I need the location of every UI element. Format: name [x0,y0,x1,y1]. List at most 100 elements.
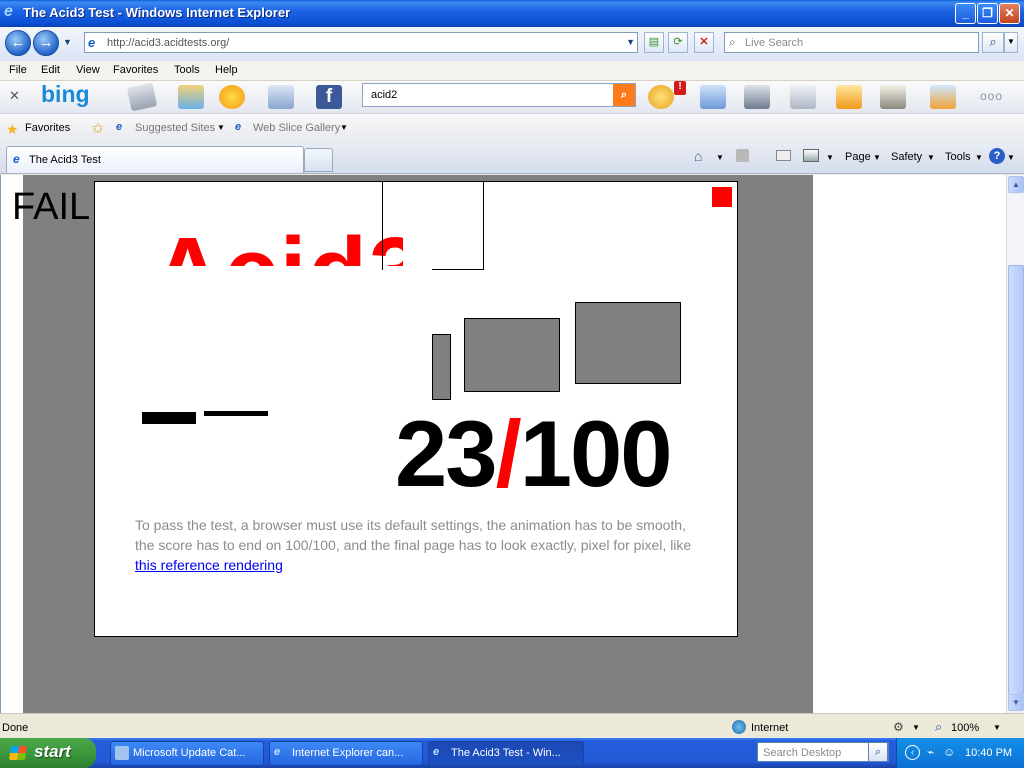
like-icon[interactable] [700,85,726,109]
favorites-star-icon[interactable]: ★ [6,121,19,138]
add-favorite-icon[interactable]: ✩ [92,120,104,137]
bing-search-button[interactable]: ⌕ [613,84,635,106]
shopping-icon[interactable] [790,85,816,109]
web-slice-dropdown-icon[interactable]: ▼ [340,123,348,132]
instructions-paragraph: To pass the test, a browser must use its… [135,515,695,575]
zoom-dropdown-icon[interactable]: ▼ [993,723,1001,732]
stop-button[interactable]: ✕ [694,32,714,53]
clock[interactable]: 10:40 PM [965,747,1012,759]
address-dropdown-icon[interactable]: ▼ [626,37,635,47]
page-dropdown-icon[interactable]: ▼ [873,153,881,162]
history-dropdown-icon[interactable]: ▼ [63,37,72,47]
bing-logo[interactable]: bing [41,81,90,108]
help-icon[interactable]: ? [989,148,1005,164]
maps-icon[interactable] [178,85,204,109]
back-button[interactable]: ← [5,30,31,56]
taskbar-item-ie-error[interactable]: e Internet Explorer can... [269,741,423,766]
scroll-thumb[interactable] [1008,265,1024,695]
maximize-button[interactable]: ❐ [977,3,998,24]
safety-dropdown-icon[interactable]: ▼ [927,153,935,162]
refresh-button[interactable]: ⟳ [668,32,688,53]
news-icon[interactable] [126,82,158,112]
suggested-dropdown-icon[interactable]: ▼ [217,123,225,132]
gray-bar-thin [432,334,451,400]
tools-menu[interactable]: Tools [945,151,971,163]
forward-button[interactable]: → [33,30,59,56]
search-button[interactable]: ⌕ [982,32,1004,53]
address-input[interactable]: http://acid3.acidtests.org/ [107,37,229,49]
start-button[interactable]: start [0,738,96,768]
safety-menu[interactable]: Safety [891,151,922,163]
windows-logo-icon [9,746,27,760]
menu-tools[interactable]: Tools [174,64,200,76]
minimize-button[interactable]: _ [955,3,976,24]
compatibility-view-button[interactable]: ▤ [644,32,664,53]
protected-dropdown-icon[interactable]: ▼ [912,723,920,732]
menu-bar: File Edit View Favorites Tools Help [0,61,1024,81]
home-dropdown-icon[interactable]: ▼ [716,153,724,162]
favorites-button[interactable]: Favorites [25,122,70,134]
system-tray: ‹ ⌁ ☺ 10:40 PM [896,738,1024,768]
window-title: The Acid3 Test - Windows Internet Explor… [23,5,291,20]
vertical-line-left [382,182,383,270]
desktop-search-button[interactable]: ⌕ [868,742,888,762]
bing-search-box[interactable]: acid2 ⌕ [362,83,636,107]
reference-rendering-link[interactable]: this reference rendering [135,557,283,573]
live-search-box[interactable]: ⌕ Live Search [724,32,979,53]
ie-logo-icon: e [4,3,13,20]
tools-dropdown-icon[interactable]: ▼ [975,153,983,162]
help-dropdown-icon[interactable]: ▼ [1007,153,1015,162]
facebook-icon[interactable]: f [316,85,342,109]
protected-mode-icon[interactable]: ⚙ [893,720,904,734]
scroll-up-button[interactable]: ▲ [1008,176,1024,193]
home-icon[interactable]: ⌂ [694,148,702,164]
zoom-level[interactable]: 100% [951,722,979,734]
menu-file[interactable]: File [9,64,27,76]
menu-edit[interactable]: Edit [41,64,60,76]
page-icon: e [88,35,96,50]
movies-icon[interactable] [880,85,906,109]
messenger-icon[interactable]: ☺ [943,745,955,759]
address-bar[interactable]: e http://acid3.acidtests.org/ ▼ [84,32,638,53]
menu-view[interactable]: View [76,64,100,76]
close-button[interactable]: ✕ [999,3,1020,24]
read-mail-icon[interactable] [776,150,791,161]
status-text: Done [2,722,29,734]
toolbar-close-icon[interactable]: ✕ [9,88,20,104]
tab-acid3[interactable]: e The Acid3 Test [6,146,304,173]
security-zone: Internet [751,722,789,734]
more-options-icon[interactable]: ooo [980,89,1003,103]
page-menu[interactable]: Page [845,151,871,163]
tray-arrow-icon[interactable]: ‹ [905,745,920,760]
search-input[interactable]: Live Search [745,37,803,49]
horizontal-line [432,269,484,270]
bing-search-input[interactable]: acid2 [371,89,397,101]
video-icon[interactable] [744,85,770,109]
print-dropdown-icon[interactable]: ▼ [826,153,834,162]
scroll-down-button[interactable]: ▼ [1008,694,1024,711]
feeds-icon[interactable] [736,149,749,162]
desktop-search-input[interactable]: Search Desktop [763,747,841,759]
mail-icon[interactable] [268,85,294,109]
search-options-icon[interactable]: ▼ [1004,32,1018,53]
zoom-icon[interactable]: ⌕ [935,719,942,735]
vertical-line-right [483,182,484,270]
ie-icon: e [274,746,281,758]
taskbar-item-update-catalog[interactable]: Microsoft Update Cat... [110,741,264,766]
black-bar-thin [204,411,268,416]
taskbar-item-label: Internet Explorer can... [292,747,404,759]
weather-icon[interactable] [219,85,245,109]
games-icon[interactable] [930,85,956,109]
rewards-icon[interactable] [836,85,862,109]
taskbar-item-acid3[interactable]: e The Acid3 Test - Win... [428,741,584,766]
menu-help[interactable]: Help [215,64,238,76]
suggested-sites-link[interactable]: Suggested Sites [135,122,215,134]
menu-favorites[interactable]: Favorites [113,64,158,76]
print-icon[interactable] [803,149,819,162]
alerts-icon[interactable] [648,85,674,109]
network-icon[interactable]: ⌁ [927,745,934,759]
vertical-scrollbar[interactable]: ▲ ▼ [1006,175,1024,713]
web-slice-gallery-link[interactable]: Web Slice Gallery [253,122,340,134]
new-tab-button[interactable] [304,148,333,172]
update-catalog-icon [115,746,129,760]
